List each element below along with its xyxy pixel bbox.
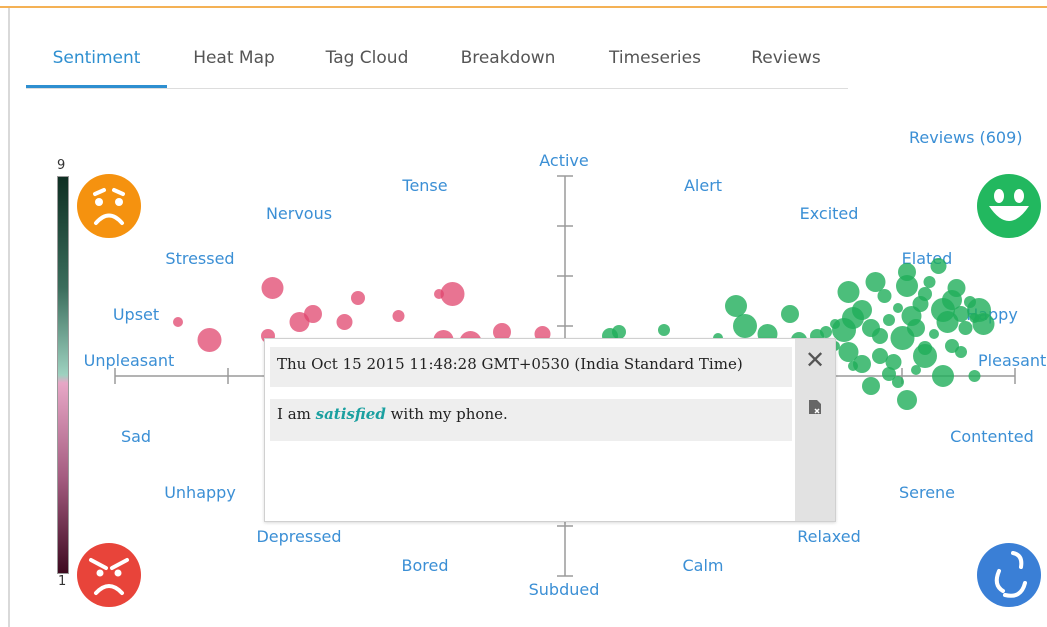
data-point[interactable]: [955, 346, 967, 358]
data-point[interactable]: [958, 321, 973, 335]
review-date: Thu Oct 15 2015 11:48:28 GMT+0530 (India…: [270, 347, 792, 387]
happy-face-icon: [977, 174, 1041, 238]
data-point[interactable]: [304, 305, 322, 323]
review-text: I am satisfied with my phone.: [270, 399, 792, 441]
data-point[interactable]: [725, 295, 747, 317]
mood-label-stressed: Stressed: [165, 249, 234, 268]
mood-label-excited: Excited: [800, 204, 859, 223]
data-point[interactable]: [907, 319, 925, 337]
data-point[interactable]: [929, 329, 939, 339]
data-point[interactable]: [947, 279, 966, 297]
data-point[interactable]: [820, 326, 832, 338]
mood-label-alert: Alert: [684, 176, 722, 195]
data-point[interactable]: [918, 341, 932, 355]
mood-label-nervous: Nervous: [266, 204, 332, 223]
data-point[interactable]: [953, 306, 969, 322]
data-point[interactable]: [781, 305, 799, 323]
data-point[interactable]: [658, 324, 670, 336]
data-point[interactable]: [261, 277, 284, 299]
review-text-before: I am: [277, 405, 316, 423]
data-point[interactable]: [932, 365, 954, 387]
data-point[interactable]: [883, 314, 895, 326]
mood-label-calm: Calm: [682, 556, 723, 575]
data-point[interactable]: [930, 258, 947, 274]
data-point[interactable]: [968, 370, 981, 382]
mood-label-subdued: Subdued: [529, 580, 600, 599]
mood-label-sad: Sad: [121, 427, 151, 446]
data-point[interactable]: [173, 317, 183, 327]
mood-label-unhappy: Unhappy: [164, 483, 236, 502]
data-point[interactable]: [612, 325, 626, 339]
data-point[interactable]: [197, 328, 222, 352]
data-point[interactable]: [885, 354, 902, 370]
data-point[interactable]: [392, 310, 405, 322]
data-point[interactable]: [440, 282, 465, 306]
mood-label-bored: Bored: [402, 556, 449, 575]
data-point[interactable]: [897, 390, 917, 410]
data-point[interactable]: [872, 328, 888, 344]
mood-label-active: Active: [539, 151, 589, 170]
data-point[interactable]: [852, 300, 872, 320]
data-point[interactable]: [892, 376, 904, 388]
data-point[interactable]: [893, 303, 903, 313]
popup-sidebar: ✕: [795, 339, 835, 521]
data-point[interactable]: [918, 287, 932, 301]
mood-label-serene: Serene: [899, 483, 955, 502]
review-keyword: satisfied: [315, 405, 386, 423]
close-icon[interactable]: ✕: [804, 348, 826, 372]
data-point[interactable]: [865, 272, 886, 292]
data-point[interactable]: [837, 281, 860, 303]
sad-face-icon: [77, 174, 141, 238]
mood-label-relaxed: Relaxed: [797, 527, 860, 546]
data-point[interactable]: [733, 314, 757, 338]
data-point[interactable]: [848, 361, 858, 371]
data-point[interactable]: [972, 313, 995, 335]
calm-face-icon: [977, 543, 1041, 607]
data-point[interactable]: [898, 263, 916, 281]
sentiment-scatter-chart: Active Tense Alert Nervous Excited Stres…: [84, 151, 1047, 599]
document-icon[interactable]: [807, 399, 823, 415]
mood-label-unpleasant: Unpleasant: [84, 351, 175, 370]
data-point[interactable]: [923, 276, 936, 288]
mood-label-tense: Tense: [401, 176, 447, 195]
data-point[interactable]: [336, 314, 353, 330]
mood-label-pleasant: Pleasant: [978, 351, 1046, 370]
data-point[interactable]: [351, 291, 365, 305]
angry-face-icon: [77, 543, 141, 607]
mood-label-contented: Contented: [950, 427, 1034, 446]
mood-label-upset: Upset: [113, 305, 159, 324]
data-point[interactable]: [862, 377, 880, 395]
review-text-after: with my phone.: [385, 405, 508, 423]
mood-label-depressed: Depressed: [256, 527, 341, 546]
review-popup: Thu Oct 15 2015 11:48:28 GMT+0530 (India…: [264, 338, 836, 522]
